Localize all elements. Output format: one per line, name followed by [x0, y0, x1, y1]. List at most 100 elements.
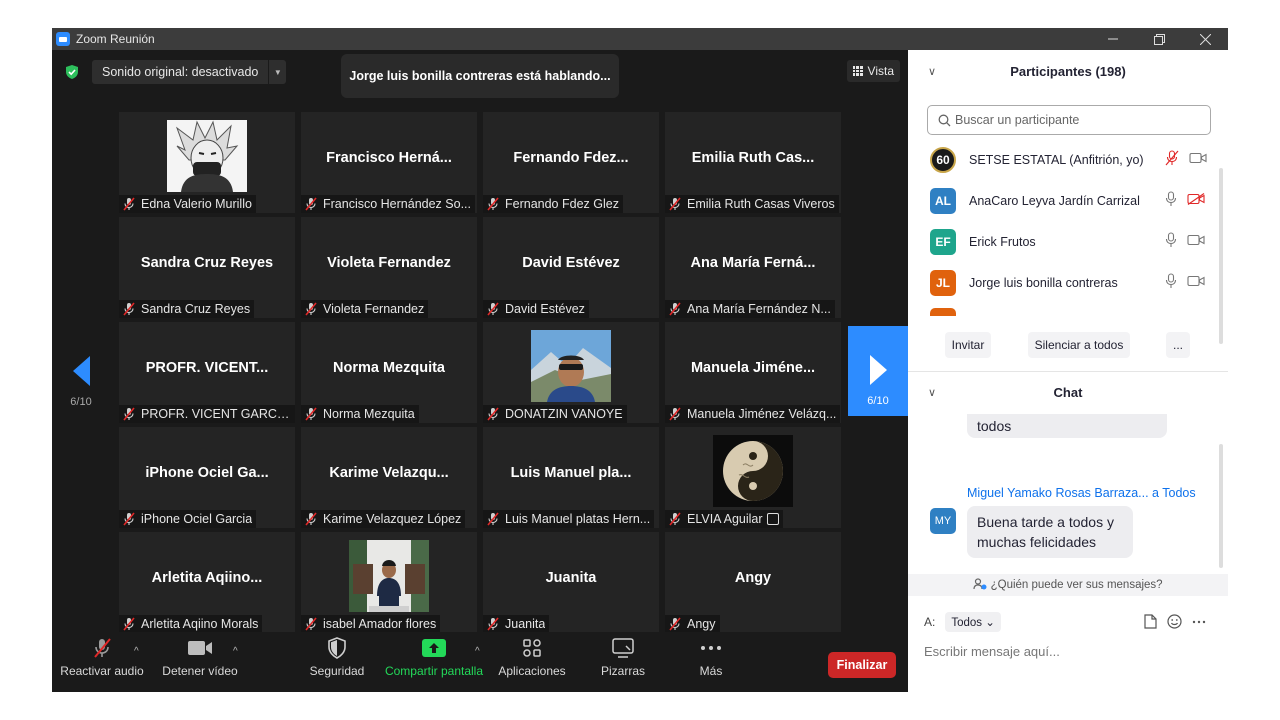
close-button[interactable] — [1182, 28, 1228, 50]
tile-display-name: Emilia Ruth Cas... — [691, 150, 815, 166]
tile-participant-name: Edna Valerio Murillo — [141, 197, 252, 211]
video-tile[interactable]: DONATZIN VANOYE — [483, 322, 659, 423]
view-label: Vista — [867, 64, 894, 78]
video-camera-icon[interactable] — [1187, 233, 1205, 251]
video-tile[interactable]: Edna Valerio Murillo — [119, 112, 295, 213]
unmute-button[interactable]: Reactivar audio — [58, 632, 146, 692]
chat-message-input[interactable] — [924, 640, 1214, 662]
apps-label: Aplicaciones — [498, 664, 566, 678]
audio-options-caret-icon[interactable]: ^ — [134, 646, 139, 657]
tile-name-bar: Karime Velazquez López — [301, 510, 466, 528]
video-tile[interactable]: Francisco Herná... Francisco Hernández So… — [301, 112, 477, 213]
chat-sender-name[interactable]: Miguel Yamako Rosas Barraza... — [967, 486, 1149, 500]
tile-display-name: Luis Manuel pla... — [510, 465, 632, 481]
video-tile[interactable]: Karime Velazqu... Karime Velazquez López — [301, 427, 477, 528]
tile-participant-name: ELVIA Aguilar — [687, 512, 763, 526]
chat-sender-line: Miguel Yamako Rosas Barraza... a Todos — [967, 486, 1196, 500]
video-tile[interactable]: Juanita Juanita — [483, 532, 659, 633]
video-tile[interactable]: Ana María Ferná... Ana María Fernández N.… — [665, 217, 841, 318]
mic-icon[interactable] — [1165, 190, 1177, 212]
avatar — [930, 308, 956, 316]
participant-search-box[interactable] — [927, 105, 1211, 135]
share-screen-button[interactable]: Compartir pantalla — [382, 632, 486, 692]
tile-name-bar: Arletita Aqiino Morals — [119, 615, 263, 633]
participant-row[interactable]: JL Jorge luis bonilla contreras — [908, 263, 1228, 303]
video-tile[interactable]: David Estévez David Estévez — [483, 217, 659, 318]
tile-name-bar: Edna Valerio Murillo — [119, 195, 256, 213]
share-options-caret-icon[interactable]: ^ — [475, 646, 480, 657]
participant-list-scrollbar[interactable] — [1219, 168, 1223, 344]
security-button[interactable]: Seguridad — [302, 632, 372, 692]
mic-muted-icon[interactable] — [1165, 149, 1179, 171]
who-can-see-messages-link[interactable]: ¿Quién puede ver sus mensajes? — [908, 574, 1228, 596]
tile-name-bar: Emilia Ruth Casas Viveros — [665, 195, 839, 213]
participant-name: Jorge luis bonilla contreras — [969, 276, 1118, 290]
chat-scrollbar[interactable] — [1219, 444, 1223, 568]
encryption-shield-icon[interactable] — [64, 64, 80, 80]
video-camera-icon[interactable] — [1187, 274, 1205, 292]
view-button[interactable]: Vista — [846, 60, 900, 82]
mic-muted-icon — [485, 512, 501, 526]
video-tile[interactable]: iPhone Ociel Ga... iPhone Ociel Garcia — [119, 427, 295, 528]
video-tile[interactable]: Angy Angy — [665, 532, 841, 633]
minimize-button[interactable] — [1090, 28, 1136, 50]
video-off-icon[interactable] — [1187, 192, 1205, 210]
mic-muted-icon — [303, 407, 319, 421]
video-tile[interactable]: Fernando Fdez... Fernando Fdez Glez — [483, 112, 659, 213]
video-tile[interactable]: isabel Amador flores — [301, 532, 477, 633]
video-tile[interactable]: Luis Manuel pla... Luis Manuel platas Her… — [483, 427, 659, 528]
file-icon[interactable] — [1144, 614, 1157, 629]
mic-icon[interactable] — [1165, 272, 1177, 294]
video-tile[interactable]: Arletita Aqiino... Arletita Aqiino Morals — [119, 532, 295, 633]
video-tile[interactable]: ELVIA Aguilar — [665, 427, 841, 528]
video-camera-icon[interactable] — [1189, 151, 1207, 169]
video-tile[interactable]: Emilia Ruth Cas... Emilia Ruth Casas Vive… — [665, 112, 841, 213]
chat-tools — [1144, 614, 1206, 629]
invite-button[interactable]: Invitar — [945, 332, 991, 358]
end-meeting-button[interactable]: Finalizar — [828, 652, 896, 678]
previous-message-text: todos — [977, 418, 1012, 434]
video-options-caret-icon[interactable]: ^ — [233, 646, 238, 657]
video-tile[interactable]: Norma Mezquita Norma Mezquita — [301, 322, 477, 423]
chevron-down-icon[interactable]: ▼ — [268, 60, 286, 84]
stop-video-button[interactable]: Detener vídeo — [156, 632, 244, 692]
original-sound-dropdown[interactable]: Sonido original: desactivado ▼ — [92, 60, 287, 84]
emoji-icon[interactable] — [1167, 614, 1182, 629]
tile-participant-name: PROFR. VICENT GARCIA ... — [141, 407, 291, 421]
collapse-participants-chevron-icon[interactable]: ∨ — [928, 50, 936, 94]
mic-muted-icon — [303, 302, 319, 316]
tile-participant-name: Violeta Fernandez — [323, 302, 425, 316]
participant-video — [349, 540, 429, 612]
page-indicator-left: 6/10 — [70, 396, 92, 408]
message-bubble: Buena tarde a todos y muchas felicidades — [967, 506, 1133, 558]
stop-video-label: Detener vídeo — [162, 664, 238, 678]
more-options-icon[interactable] — [1192, 614, 1206, 629]
video-tile[interactable]: Sandra Cruz Reyes Sandra Cruz Reyes — [119, 217, 295, 318]
apps-icon — [523, 639, 541, 657]
tile-name-bar: Norma Mezquita — [301, 405, 419, 423]
mic-muted-icon — [303, 617, 319, 631]
participant-row[interactable]: AL AnaCaro Leyva Jardín Carrizal — [908, 181, 1228, 221]
apps-button[interactable]: Aplicaciones — [492, 632, 572, 692]
collapse-chat-chevron-icon[interactable]: ∨ — [928, 372, 936, 414]
next-page-button[interactable]: 6/10 — [848, 326, 908, 416]
mic-icon[interactable] — [1165, 231, 1177, 253]
participant-row[interactable]: EF Erick Frutos — [908, 222, 1228, 262]
tile-participant-name: Fernando Fdez Glez — [505, 197, 619, 211]
video-tile[interactable]: PROFR. VICENT... PROFR. VICENT GARCIA ... — [119, 322, 295, 423]
video-tile[interactable]: Manuela Jiméne... Manuela Jiménez Velázq.… — [665, 322, 841, 423]
participant-search-input[interactable] — [955, 113, 1195, 127]
mic-muted-icon — [121, 407, 137, 421]
participant-row[interactable]: 60 SETSE ESTATAL (Anfitrión, yo) — [908, 140, 1228, 180]
whiteboards-button[interactable]: Pizarras — [588, 632, 658, 692]
previous-page-button[interactable]: 6/10 — [52, 350, 110, 440]
tile-name-bar: Angy — [665, 615, 720, 633]
close-icon — [1199, 33, 1211, 45]
recipient-dropdown[interactable]: Todos ⌄ — [945, 612, 1001, 632]
participants-more-button[interactable]: ... — [1166, 332, 1190, 358]
video-tile[interactable]: Violeta Fernandez Violeta Fernandez — [301, 217, 477, 318]
mute-all-button[interactable]: Silenciar a todos — [1028, 332, 1130, 358]
tile-participant-name: Arletita Aqiino Morals — [141, 617, 259, 631]
more-button[interactable]: Más — [678, 632, 744, 692]
restore-button[interactable] — [1136, 28, 1182, 50]
